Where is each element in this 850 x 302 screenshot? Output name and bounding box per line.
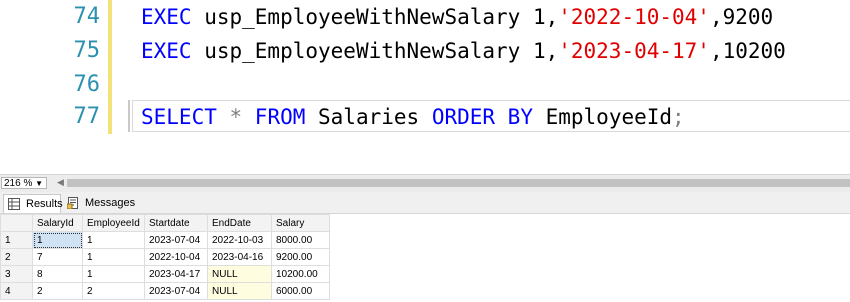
- tab-label: Messages: [85, 197, 136, 209]
- table-cell[interactable]: 1: [82, 231, 145, 249]
- table-cell[interactable]: 1: [82, 248, 145, 266]
- table-cell[interactable]: NULL: [207, 282, 272, 300]
- procedure-call: usp_EmployeeWithNewSalary 1,: [191, 5, 559, 29]
- keyword-select: SELECT: [141, 105, 217, 129]
- change-marker: [108, 100, 112, 134]
- column-header[interactable]: EmployeeId: [82, 214, 145, 232]
- table-cell[interactable]: 2023-04-17: [144, 265, 208, 283]
- code-line-77[interactable]: 77 SELECT * FROM Salaries ORDER BY Emplo…: [0, 100, 850, 134]
- table-row[interactable]: 2 7 1 2022-10-04 2023-04-16 9200.00: [0, 248, 330, 266]
- code-text[interactable]: EXEC usp_EmployeeWithNewSalary 1,'2022-1…: [141, 0, 773, 34]
- editor-status-strip: 216 % ▼ ◀: [0, 174, 850, 192]
- results-grid-icon: [8, 198, 20, 210]
- table-cell[interactable]: 2: [32, 282, 83, 300]
- table-cell[interactable]: 8: [32, 265, 83, 283]
- results-grid[interactable]: SalaryId EmployeeId Startdate EndDate Sa…: [0, 214, 850, 302]
- line-number: 74: [73, 4, 101, 29]
- column-header[interactable]: Startdate: [144, 214, 208, 232]
- row-number[interactable]: 1: [0, 231, 33, 249]
- query-editor[interactable]: 74 EXEC usp_EmployeeWithNewSalary 1,'202…: [0, 0, 850, 168]
- zoom-dropdown[interactable]: 216 % ▼: [1, 177, 47, 189]
- change-marker: [108, 68, 112, 102]
- table-cell[interactable]: 6000.00: [271, 282, 330, 300]
- code-text[interactable]: EXEC usp_EmployeeWithNewSalary 1,'2023-0…: [141, 34, 786, 68]
- procedure-call: usp_EmployeeWithNewSalary 1,: [191, 39, 559, 63]
- semicolon: ;: [672, 105, 685, 129]
- header-row: SalaryId EmployeeId Startdate EndDate Sa…: [0, 214, 330, 232]
- scroll-left-arrow-icon[interactable]: ◀: [57, 177, 64, 188]
- row-number[interactable]: 3: [0, 265, 33, 283]
- code-line-75[interactable]: 75 EXEC usp_EmployeeWithNewSalary 1,'202…: [0, 34, 850, 68]
- salary-argument: ,10200: [709, 39, 786, 63]
- results-tabs: Results Messages: [0, 192, 850, 214]
- code-text[interactable]: SELECT * FROM Salaries ORDER BY Employee…: [141, 100, 685, 134]
- zoom-value: 216 %: [4, 178, 33, 189]
- tab-label: Results: [26, 198, 63, 210]
- table-row[interactable]: 3 8 1 2023-04-17 NULL 10200.00: [0, 265, 330, 283]
- horizontal-scrollbar[interactable]: [67, 179, 850, 187]
- change-marker: [108, 0, 112, 34]
- table-cell[interactable]: 7: [32, 248, 83, 266]
- code-line-74[interactable]: 74 EXEC usp_EmployeeWithNewSalary 1,'202…: [0, 0, 850, 34]
- salary-argument: ,9200: [709, 5, 774, 29]
- table-cell[interactable]: 1: [32, 231, 83, 249]
- code-line-76[interactable]: 76: [0, 68, 850, 102]
- star-operator: *: [216, 105, 255, 129]
- column-header[interactable]: SalaryId: [32, 214, 83, 232]
- table-cell[interactable]: 2022-10-03: [207, 231, 272, 249]
- table-cell[interactable]: 2023-07-04: [144, 282, 208, 300]
- table-cell[interactable]: 2022-10-04: [144, 248, 208, 266]
- keyword-exec: EXEC: [141, 5, 192, 29]
- date-literal: '2023-04-17': [558, 39, 710, 63]
- table-cell[interactable]: 10200.00: [271, 265, 330, 283]
- table-cell[interactable]: 1: [82, 265, 145, 283]
- table-name: Salaries: [305, 105, 432, 129]
- table-cell[interactable]: 9200.00: [271, 248, 330, 266]
- change-marker: [108, 34, 112, 68]
- line-number: 76: [73, 72, 101, 97]
- chevron-down-icon[interactable]: ▼: [35, 178, 43, 190]
- table-cell[interactable]: 8000.00: [271, 231, 330, 249]
- messages-icon: [66, 197, 79, 210]
- keyword-order-by: ORDER BY: [431, 105, 533, 129]
- table-row[interactable]: 1 1 1 2023-07-04 2022-10-03 8000.00: [0, 231, 330, 249]
- line-number: 77: [73, 104, 101, 129]
- column-header[interactable]: Salary: [271, 214, 330, 232]
- line-number: 75: [73, 38, 101, 63]
- table-cell[interactable]: NULL: [207, 265, 272, 283]
- date-literal: '2022-10-04': [558, 5, 710, 29]
- results-table: SalaryId EmployeeId Startdate EndDate Sa…: [0, 214, 330, 300]
- tab-results[interactable]: Results: [3, 194, 63, 213]
- column-name: EmployeeId: [532, 105, 673, 129]
- table-cell[interactable]: 2023-04-16: [207, 248, 272, 266]
- row-number[interactable]: 2: [0, 248, 33, 266]
- column-header[interactable]: EndDate: [207, 214, 272, 232]
- keyword-from: FROM: [254, 105, 306, 129]
- tab-messages[interactable]: Messages: [63, 194, 136, 212]
- table-row[interactable]: 4 2 2 2023-07-04 NULL 6000.00: [0, 282, 330, 300]
- row-number-header[interactable]: [0, 214, 33, 232]
- table-cell[interactable]: 2023-07-04: [144, 231, 208, 249]
- keyword-exec: EXEC: [141, 39, 192, 63]
- row-number[interactable]: 4: [0, 282, 33, 300]
- table-cell[interactable]: 2: [82, 282, 145, 300]
